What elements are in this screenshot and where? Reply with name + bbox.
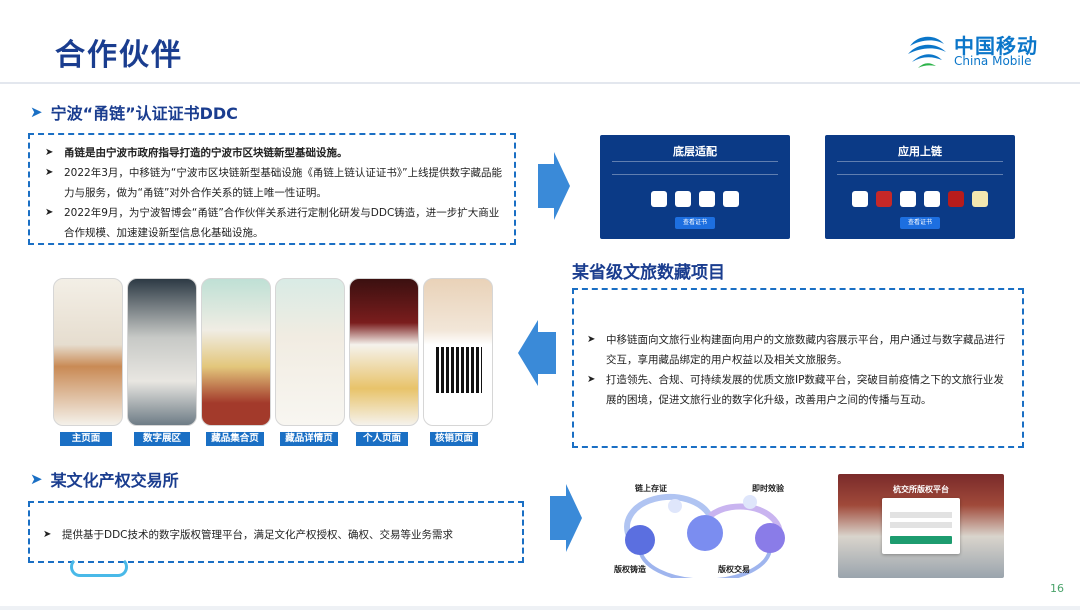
- phone-label-detail: 藏品详情页: [280, 432, 338, 446]
- phone-verify: [423, 278, 493, 426]
- bullet-arrow-icon: ➤: [45, 207, 54, 218]
- copyright-flow-diagram: 链上存证 即时效验 版权铸造 版权交易: [600, 478, 810, 578]
- bullet-arrow-icon: ➤: [45, 167, 54, 178]
- footer-bar: [0, 606, 1080, 610]
- list-item: ➤ 2022年9月，为宁波智博会“甬链”合作伙伴关系进行定制化研发与DDC铸造，进…: [40, 203, 504, 243]
- phone-label-verify: 核销页面: [430, 432, 478, 446]
- page-number: 16: [1050, 582, 1064, 595]
- section1-text-box: ➤ 甬链是由宁波市政府指导打造的宁波市区块链新型基础设施。 ➤ 2022年3月，中移…: [28, 133, 516, 245]
- bullet-text: 2022年3月，中移链为“宁波市区块链新型基础设施《甬链上链认证证书》”上线提供…: [64, 167, 503, 199]
- screen-icon-row: [825, 191, 1015, 207]
- phone-collection: [201, 278, 271, 426]
- bullet-text: 中移链面向文旅行业构建面向用户的文旅数藏内容展示平台，用户通过与数字藏品进行交互…: [606, 334, 1005, 366]
- screen-title: 底层适配: [673, 145, 717, 158]
- screenshot-app-onchain: 应用上链 查看证书: [825, 135, 1015, 239]
- screen-icon-row: [600, 191, 790, 207]
- page-title: 合作伙伴: [55, 38, 183, 73]
- bullet-arrow-icon: ➤: [587, 334, 596, 345]
- phone-home: [53, 278, 123, 426]
- phone-digital-zone: [127, 278, 197, 426]
- diagram-label: 版权铸造: [614, 565, 646, 574]
- arrow-right-icon: [550, 484, 582, 552]
- bullet-text: 打造领先、合规、可持续发展的优质文旅IP数藏平台，突破目前疫情之下的文旅行业发展…: [606, 374, 1004, 406]
- bullet-text: 甬链是由宁波市政府指导打造的宁波市区块链新型基础设施。: [64, 147, 348, 159]
- section2-heading-text: 某省级文旅数藏项目: [572, 263, 725, 283]
- section1-heading: ➤ 宁波“甬链”认证证书DDC: [30, 100, 238, 124]
- phone-label-home: 主页面: [60, 432, 112, 446]
- platform-title: 杭交所版权平台: [893, 485, 949, 494]
- phone-label-digital-zone: 数字展区: [134, 432, 190, 446]
- screenshot-base-adapter: 底层适配 查看证书: [600, 135, 790, 239]
- header-divider: [0, 82, 1080, 84]
- phone-label-collection: 藏品集合页: [206, 432, 264, 446]
- screen-desc-lines: [612, 161, 778, 175]
- login-button[interactable]: [890, 536, 952, 544]
- list-item: ➤ 2022年3月，中移链为“宁波市区块链新型基础设施《甬链上链认证证书》”上线提…: [40, 163, 504, 203]
- screen-desc-lines: [837, 161, 1003, 175]
- screen-title: 应用上链: [898, 145, 942, 158]
- phone-label-profile: 个人页面: [356, 432, 408, 446]
- bullet-text: 2022年9月，为宁波智博会“甬链”合作伙伴关系进行定制化研发与DDC铸造，进一…: [64, 207, 500, 239]
- copyright-platform-screenshot: 杭交所版权平台: [838, 474, 1004, 578]
- list-item: ➤ 打造领先、合规、可持续发展的优质文旅IP数藏平台，突破目前疫情之下的文旅行业发…: [582, 370, 1012, 410]
- bullet-arrow-icon: ➤: [45, 147, 54, 158]
- bullet-arrow-icon: ➤: [587, 374, 596, 385]
- arrow-left-icon: [518, 320, 556, 386]
- diagram-label: 即时效验: [752, 484, 784, 493]
- logo-text-en: China Mobile: [954, 54, 1032, 68]
- section3-text-box: ➤ 提供基于DDC技术的数字版权管理平台，满足文化产权授权、确权、交易等业务需求: [28, 501, 524, 563]
- phone-detail: [275, 278, 345, 426]
- section1-heading-text: 宁波“甬链”认证证书DDC: [50, 104, 238, 123]
- arrow-right-icon: [538, 152, 570, 220]
- diagram-label: 版权交易: [718, 565, 750, 574]
- qr-code-icon: [436, 347, 482, 393]
- decorative-swirl: [70, 557, 128, 577]
- list-item: ➤ 提供基于DDC技术的数字版权管理平台，满足文化产权授权、确权、交易等业务需求: [38, 525, 512, 545]
- china-mobile-logo-icon: [908, 36, 946, 68]
- view-certificate-button[interactable]: 查看证书: [900, 217, 940, 229]
- section2-text-box: ➤ 中移链面向文旅行业构建面向用户的文旅数藏内容展示平台，用户通过与数字藏品进行交…: [572, 288, 1024, 448]
- section3-heading-text: 某文化产权交易所: [50, 471, 179, 490]
- chevron-right-icon: ➤: [30, 470, 43, 488]
- login-card: [882, 498, 960, 554]
- bullet-arrow-icon: ➤: [43, 529, 52, 540]
- diagram-label: 链上存证: [635, 484, 667, 493]
- bullet-text: 提供基于DDC技术的数字版权管理平台，满足文化产权授权、确权、交易等业务需求: [62, 529, 454, 541]
- list-item: ➤ 甬链是由宁波市政府指导打造的宁波市区块链新型基础设施。: [40, 143, 504, 163]
- phone-profile: [349, 278, 419, 426]
- view-certificate-button[interactable]: 查看证书: [675, 217, 715, 229]
- chevron-right-icon: ➤: [30, 103, 43, 121]
- section2-heading: 某省级文旅数藏项目: [572, 258, 725, 283]
- list-item: ➤ 中移链面向文旅行业构建面向用户的文旅数藏内容展示平台，用户通过与数字藏品进行交…: [582, 330, 1012, 370]
- china-mobile-logo: 中国移动 China Mobile: [904, 28, 1044, 72]
- section3-heading: ➤ 某文化产权交易所: [30, 467, 179, 491]
